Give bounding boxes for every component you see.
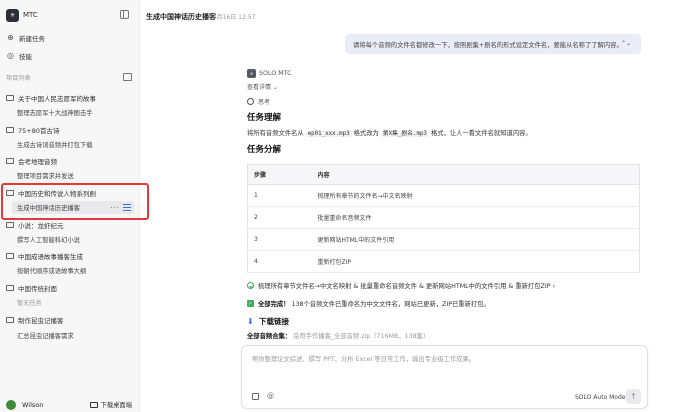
new-task-button[interactable]: ⊕ 新建任务 xyxy=(6,31,45,44)
folder-icon xyxy=(6,157,14,164)
model-selector[interactable]: SOLO Auto Model xyxy=(575,394,627,401)
progress-summary[interactable]: 梳理所有章节文件名→中文名映射 & 批量重命名音频文件 & 更新网站HTML中的… xyxy=(247,281,555,290)
projects-section-label: 项目列表 xyxy=(6,75,31,82)
folder-icon xyxy=(6,316,14,323)
section-heading: 任务理解 xyxy=(247,113,282,123)
section-heading: 任务分解 xyxy=(247,145,282,155)
folder-icon xyxy=(6,94,14,101)
checkbox-icon: ✓ xyxy=(247,300,254,307)
download-heading: ⬇ 下载链接 xyxy=(247,316,289,326)
sidebar-header: ✳ MTC xyxy=(6,8,133,22)
page-title: 生成中国神话历史播客 xyxy=(146,13,216,21)
skills-button[interactable]: ◎ 技能 xyxy=(6,49,32,62)
table-row: 2 批量重命名音频文件 xyxy=(247,206,640,229)
avatar[interactable] xyxy=(6,400,16,410)
table-header: 内容 xyxy=(317,164,640,185)
mention-icon[interactable]: @ xyxy=(267,392,274,400)
project-group[interactable]: 制作昆虫记播客 xyxy=(6,313,134,326)
timestamp: 04月16日 12:57 xyxy=(209,14,256,21)
download-icon: ⬇ xyxy=(247,316,254,326)
completion-message: ✓ 全部完成！ 138个音频文件已重命名为中文文件名，网站已更新，ZIP已重新打… xyxy=(247,300,490,308)
send-button[interactable]: ↑ xyxy=(626,389,641,404)
agent-label: ✳ SOLO MTC xyxy=(247,69,292,78)
project-group[interactable]: 中国成语故事播客生成 xyxy=(6,249,134,262)
monitor-icon xyxy=(89,401,98,408)
table-header-row: 步骤 内容 xyxy=(247,164,640,185)
temp-section-label: 暂无任务 xyxy=(17,300,42,307)
sparkle-icon: ◎ xyxy=(7,51,14,60)
view-details-link[interactable]: 查看详情 ⌄ xyxy=(247,82,278,91)
thinking-toggle[interactable]: 思考 xyxy=(247,97,270,106)
table-header: 步骤 xyxy=(247,164,318,185)
folder-icon xyxy=(6,252,14,259)
project-group[interactable]: 中国传统封面 xyxy=(6,281,134,294)
project-group[interactable]: 会考地理音频 xyxy=(6,154,134,167)
header: 生成中国神话历史播客 04月16日 12:57 xyxy=(140,0,690,32)
download-link-faded: 全部音频合集： 岳哥手作播客_全部音频.zip（716MB，138集） xyxy=(247,333,430,340)
attach-icon[interactable] xyxy=(252,393,259,400)
brand-name: MTC xyxy=(23,11,38,19)
check-circle-icon xyxy=(247,282,254,289)
app-logo: ✳ xyxy=(6,8,19,22)
folder-icon xyxy=(6,284,14,291)
expand-icon[interactable]: ⌃⌄ xyxy=(621,40,631,47)
project-group[interactable]: 75+80首古诗 xyxy=(6,123,134,136)
input-placeholder: 帮你整理论文综述、撰写 PPT、分析 Excel 等日常工作，输出专业级工作成果… xyxy=(252,356,476,363)
task-item[interactable]: 按朝代顺序成语故事大纲 xyxy=(17,264,135,277)
collapse-sidebar-icon[interactable] xyxy=(120,10,129,19)
project-group[interactable]: 关于中国人民志愿军的故事 xyxy=(6,91,134,104)
info-icon xyxy=(247,98,254,105)
folder-icon xyxy=(6,126,14,133)
task-item[interactable]: 生成古诗词音频并打包下载 xyxy=(17,138,135,151)
table-row: 3 更新网站HTML中的文件引用 xyxy=(247,228,640,251)
task-item[interactable]: 整理项目需求并发送 xyxy=(17,169,135,182)
agent-logo-icon: ✳ xyxy=(247,69,256,78)
task-understanding-text: 将所有音频文件名从 ep01_xxx.mp3 格式改为 第X集_剧名.mp3 格… xyxy=(247,130,532,137)
add-folder-icon[interactable] xyxy=(123,73,132,81)
task-item[interactable]: 撰写人工智能科幻小说 xyxy=(17,233,135,246)
chat-input[interactable]: 帮你整理论文综述、撰写 PPT、分析 Excel 等日常工作，输出专业级工作成果… xyxy=(241,345,648,409)
plus-icon: ⊕ xyxy=(7,33,14,42)
table-row: 4 重新打包ZIP xyxy=(247,250,640,273)
download-desktop-button[interactable]: 下载桌面端 xyxy=(89,400,132,409)
user-name[interactable]: Wilson xyxy=(22,401,43,409)
user-message: 请将每个音频的文件名都修改一下，按照剧集+剧名的形式设定文件名，要能从名称了了解… xyxy=(345,34,641,54)
folder-icon xyxy=(6,221,14,228)
highlight-annotation xyxy=(1,183,149,220)
task-item[interactable]: 汇总昆虫记播客需求 xyxy=(17,329,135,342)
task-table: 步骤 内容 1 梳理所有章节的文件名→中文名映射 2 批量重命名音频文件 3 更新网站… xyxy=(247,164,640,273)
table-row: 1 梳理所有章节的文件名→中文名映射 xyxy=(247,184,640,207)
user-bar: Wilson 下载桌面端 xyxy=(0,398,140,412)
task-item[interactable]: 整理志愿军十大战神图击手 xyxy=(17,106,135,119)
